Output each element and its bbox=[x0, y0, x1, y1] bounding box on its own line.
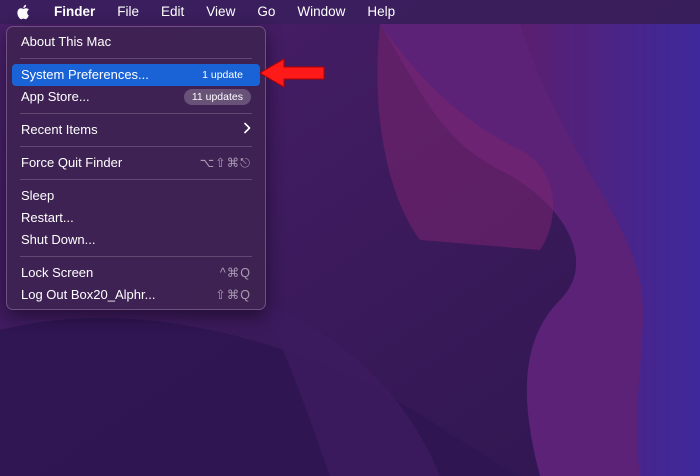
menu-item-restart[interactable]: Restart... bbox=[12, 207, 260, 229]
chevron-right-icon bbox=[243, 119, 251, 141]
menu-item-label: Recent Items bbox=[21, 122, 98, 137]
keyboard-shortcut: ⇧⌘Q bbox=[215, 288, 251, 302]
menu-item-about-this-mac[interactable]: About This Mac bbox=[12, 31, 260, 53]
menubar-view[interactable]: View bbox=[195, 0, 246, 24]
menu-item-label: About This Mac bbox=[21, 34, 112, 49]
menubar-help[interactable]: Help bbox=[356, 0, 406, 24]
menubar-go[interactable]: Go bbox=[246, 0, 286, 24]
apple-logo-icon[interactable] bbox=[14, 2, 32, 22]
menu-item-recent-items[interactable]: Recent Items bbox=[12, 119, 260, 141]
menu-separator bbox=[20, 179, 252, 180]
menu-separator bbox=[20, 113, 252, 114]
menu-item-force-quit[interactable]: Force Quit Finder ⌥⇧⌘⎋ bbox=[12, 152, 260, 174]
menu-item-label: Force Quit Finder bbox=[21, 155, 123, 170]
update-badge: 11 updates bbox=[183, 89, 251, 105]
update-badge: 1 update bbox=[202, 69, 243, 81]
menu-item-system-preferences[interactable]: System Preferences... 1 update bbox=[12, 64, 260, 86]
menu-separator bbox=[20, 58, 252, 59]
menubar-window[interactable]: Window bbox=[286, 0, 356, 24]
keyboard-shortcut: ⌥⇧⌘⎋ bbox=[199, 156, 251, 170]
menu-item-label: App Store... bbox=[21, 89, 90, 104]
menu-separator bbox=[20, 256, 252, 257]
menu-item-shut-down[interactable]: Shut Down... bbox=[12, 229, 260, 251]
menu-item-label: Lock Screen bbox=[21, 265, 94, 280]
menu-item-label: Restart... bbox=[21, 210, 74, 225]
menu-item-label: System Preferences... bbox=[21, 67, 149, 82]
menu-item-label: Shut Down... bbox=[21, 232, 96, 247]
annotation-arrow-icon bbox=[259, 58, 325, 88]
menu-item-app-store[interactable]: App Store... 11 updates bbox=[12, 86, 260, 108]
menubar-app-name[interactable]: Finder bbox=[48, 0, 106, 24]
menu-item-label: Log Out Box20_Alphr... bbox=[21, 287, 156, 302]
menu-item-lock-screen[interactable]: Lock Screen ^⌘Q bbox=[12, 262, 260, 284]
menu-separator bbox=[20, 146, 252, 147]
menubar-edit[interactable]: Edit bbox=[150, 0, 195, 24]
menu-item-log-out[interactable]: Log Out Box20_Alphr... ⇧⌘Q bbox=[12, 284, 260, 306]
keyboard-shortcut: ^⌘Q bbox=[219, 266, 251, 280]
menu-item-label: Sleep bbox=[21, 188, 55, 203]
menu-item-sleep[interactable]: Sleep bbox=[12, 185, 260, 207]
menu-bar: Finder File Edit View Go Window Help bbox=[0, 0, 700, 24]
apple-menu: About This Mac System Preferences... 1 u… bbox=[6, 26, 266, 310]
menubar-file[interactable]: File bbox=[106, 0, 150, 24]
